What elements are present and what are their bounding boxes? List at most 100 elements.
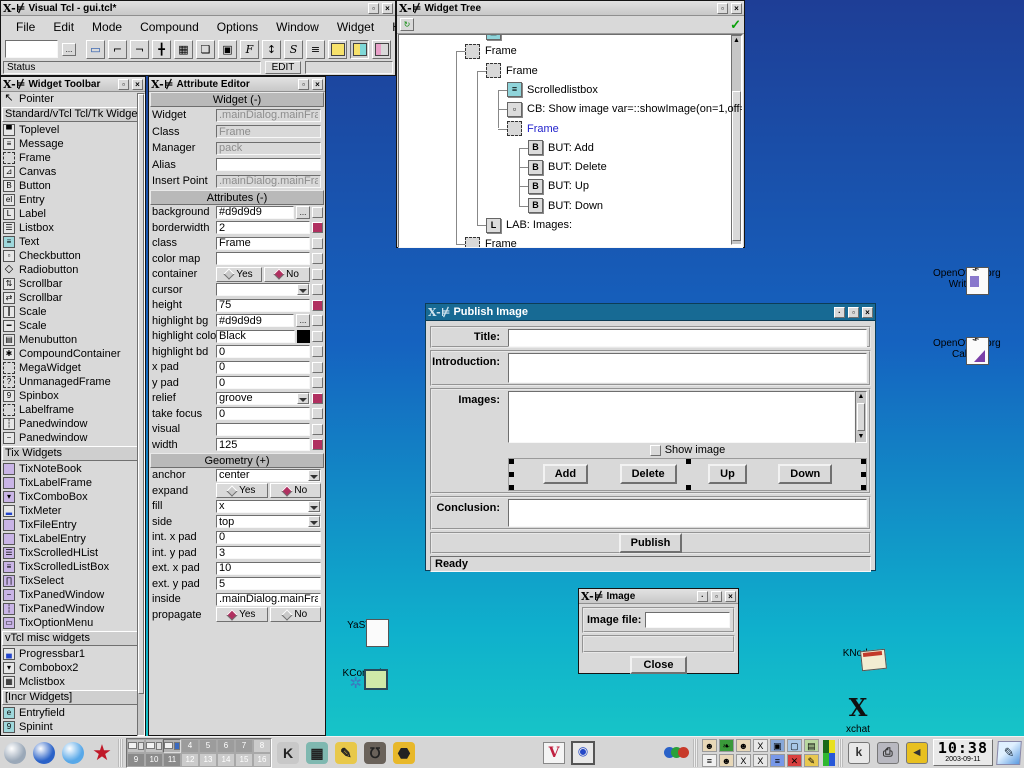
highlight-bd-input[interactable] bbox=[216, 345, 310, 358]
yes-radio-button[interactable]: Yes bbox=[216, 607, 268, 622]
x-app-icon[interactable]: X bbox=[753, 754, 768, 767]
pager-cell-16[interactable]: 16 bbox=[253, 753, 271, 767]
attribute-flag-checkbox[interactable] bbox=[312, 222, 323, 233]
widget-toolbar-item[interactable]: 9Spinint bbox=[1, 720, 145, 734]
widget-toolbar-item[interactable]: ◇Radiobutton bbox=[1, 263, 145, 277]
widget-toolbar-item[interactable]: eEntryfield bbox=[1, 706, 145, 720]
screen-app-icon[interactable]: ▢ bbox=[787, 739, 802, 752]
publish-button[interactable]: Publish bbox=[619, 533, 683, 553]
panel-handle[interactable] bbox=[838, 739, 843, 767]
widget-toolbar-item[interactable]: Frame bbox=[1, 151, 145, 165]
relief-dropdown[interactable]: groove bbox=[216, 392, 310, 405]
fill-dropdown[interactable]: x bbox=[216, 500, 321, 513]
user-icon[interactable]: ☻ bbox=[736, 739, 751, 752]
widget-toolbar-item[interactable]: ?UnmanagedFrame bbox=[1, 375, 145, 389]
confirm-check-icon[interactable]: ✓ bbox=[730, 17, 741, 33]
attribute-flag-checkbox[interactable] bbox=[312, 331, 323, 342]
widget-toolbar-item[interactable]: ▦Mclistbox bbox=[1, 675, 145, 689]
attribute-flag-checkbox[interactable] bbox=[312, 269, 323, 280]
menu-mode[interactable]: Mode bbox=[83, 18, 131, 36]
no-radio-button[interactable]: No bbox=[270, 607, 322, 622]
section-header[interactable]: Attributes (-) bbox=[150, 190, 324, 205]
pager-cell-9[interactable]: 9 bbox=[127, 753, 145, 767]
attribute-flag-checkbox[interactable] bbox=[312, 300, 323, 311]
x-app-icon[interactable]: X bbox=[736, 754, 751, 767]
calculator-icon[interactable]: ▦ bbox=[304, 740, 330, 766]
pager-cell-15[interactable]: 15 bbox=[235, 753, 253, 767]
attribute-flag-checkbox[interactable] bbox=[312, 207, 323, 218]
selection-handle[interactable] bbox=[509, 472, 514, 477]
selected-frame[interactable]: AddDeleteUpDown bbox=[508, 458, 867, 491]
pager-cell-13[interactable]: 13 bbox=[199, 753, 217, 767]
widget-toolbar-item[interactable]: ⇄Scrollbar bbox=[1, 291, 145, 305]
selection-handle[interactable] bbox=[509, 459, 514, 464]
font-icon[interactable]: F bbox=[240, 40, 259, 59]
publish-image-titlebar[interactable]: X-⊭ Publish Image · ▫ × bbox=[426, 304, 875, 321]
bluedoc-icon[interactable]: ≡ bbox=[770, 754, 785, 767]
new-toplevel-icon[interactable]: ▭ bbox=[86, 40, 105, 59]
no-radio-button[interactable]: No bbox=[270, 483, 322, 498]
widget-toolbar-item[interactable]: ☰Listbox bbox=[1, 221, 145, 235]
color-map-input[interactable] bbox=[216, 252, 310, 265]
widget-toolbar-item[interactable]: 9Spinbox bbox=[1, 389, 145, 403]
widget-toolbar-item[interactable]: ≡Text bbox=[1, 235, 145, 249]
selection-handle[interactable] bbox=[509, 485, 514, 490]
widget-toolbar-item[interactable]: ∏TixSelect bbox=[1, 574, 145, 588]
widget-toolbar-item[interactable]: Labelframe bbox=[1, 403, 145, 417]
widget-toolbar-item[interactable]: ▾TixComboBox bbox=[1, 490, 145, 504]
conclusion-input[interactable] bbox=[508, 499, 867, 527]
eye-taskbar-icon[interactable]: ◉ bbox=[570, 740, 596, 766]
doc-icon[interactable]: ≡ bbox=[702, 754, 717, 767]
panel-handle[interactable] bbox=[693, 739, 698, 767]
widget-toolbar-item[interactable]: ▂TixMeter bbox=[1, 504, 145, 518]
arrow-icon[interactable]: ¬ bbox=[130, 40, 149, 59]
highlight-bg-input[interactable] bbox=[216, 314, 294, 327]
copy-icon[interactable]: ❏ bbox=[196, 40, 215, 59]
close-button[interactable]: × bbox=[132, 79, 143, 90]
tree-item[interactable]: BBUT: Down bbox=[528, 197, 603, 215]
printer-icon[interactable]: ⎙ bbox=[875, 740, 901, 766]
close-image-button[interactable]: Close bbox=[630, 656, 688, 674]
image-file-input[interactable] bbox=[645, 612, 730, 628]
tree-item[interactable]: ≡Scrolledlistbox bbox=[507, 81, 598, 99]
widget-group-header[interactable]: vTcl misc widgets bbox=[2, 631, 144, 646]
widget-toolbar-item[interactable]: ▤Menubutton bbox=[1, 333, 145, 347]
grid-yellow-icon[interactable] bbox=[328, 40, 347, 59]
anchor-dropdown[interactable]: center bbox=[216, 469, 321, 482]
background-input[interactable] bbox=[216, 206, 294, 219]
cursor-dropdown[interactable] bbox=[216, 283, 310, 296]
tree-item[interactable]: ≣Scrolledtext bbox=[486, 34, 563, 41]
chevron-down-icon[interactable] bbox=[297, 393, 309, 404]
widget-toolbar-item[interactable]: TixFileEntry bbox=[1, 518, 145, 532]
color-swatch[interactable] bbox=[297, 330, 310, 343]
width-input[interactable] bbox=[216, 438, 310, 451]
desktop-icon-yast2[interactable]: YaST2 bbox=[333, 618, 391, 631]
desktop-icon-xchat[interactable]: Xxchat bbox=[829, 694, 887, 735]
justify-icon[interactable]: ≡ bbox=[306, 40, 325, 59]
pager-cell-14[interactable]: 14 bbox=[217, 753, 235, 767]
desktop-icon-knode[interactable]: KNode bbox=[829, 646, 887, 659]
red-x-icon[interactable]: ✕ bbox=[787, 754, 802, 767]
pager-cell-11[interactable]: 11 bbox=[163, 753, 181, 767]
widget-group-header[interactable]: [Incr Widgets] bbox=[2, 690, 144, 705]
pen-icon[interactable]: ✎ bbox=[333, 740, 359, 766]
menu-window[interactable]: Window bbox=[267, 18, 328, 36]
widget-toolbar-item[interactable]: ▀Toplevel bbox=[1, 123, 145, 137]
tree-item[interactable]: BBUT: Add bbox=[528, 139, 594, 157]
desktop-icon-oo-calc[interactable]: ⌁OpenOffice.org Calc bbox=[933, 336, 991, 360]
maximize-button[interactable]: ▫ bbox=[118, 79, 129, 90]
widget-toolbar-item[interactable]: LLabel bbox=[1, 207, 145, 221]
close-button[interactable]: × bbox=[312, 79, 323, 90]
attribute-editor-titlebar[interactable]: X-⊭ Attribute Editor ▫ × bbox=[149, 77, 325, 92]
widget-toolbar-item[interactable]: TixLabelEntry bbox=[1, 532, 145, 546]
image-titlebar[interactable]: X-⊭ Image · ▫ × bbox=[579, 589, 738, 604]
widget-toolbar-item[interactable]: −Panedwindow bbox=[1, 431, 145, 445]
color-picker-button[interactable]: ... bbox=[296, 206, 310, 219]
selection-handle[interactable] bbox=[686, 485, 691, 490]
hive-icon[interactable]: ⬣ bbox=[391, 740, 417, 766]
widget-toolbar-item[interactable]: −TixPanedWindow bbox=[1, 588, 145, 602]
class-input[interactable] bbox=[216, 237, 310, 250]
widget-group-header[interactable]: Standard/vTcl Tcl/Tk Widgets bbox=[2, 107, 144, 122]
user-icon[interactable]: ☻ bbox=[702, 739, 717, 752]
menu-compound[interactable]: Compound bbox=[131, 18, 208, 36]
